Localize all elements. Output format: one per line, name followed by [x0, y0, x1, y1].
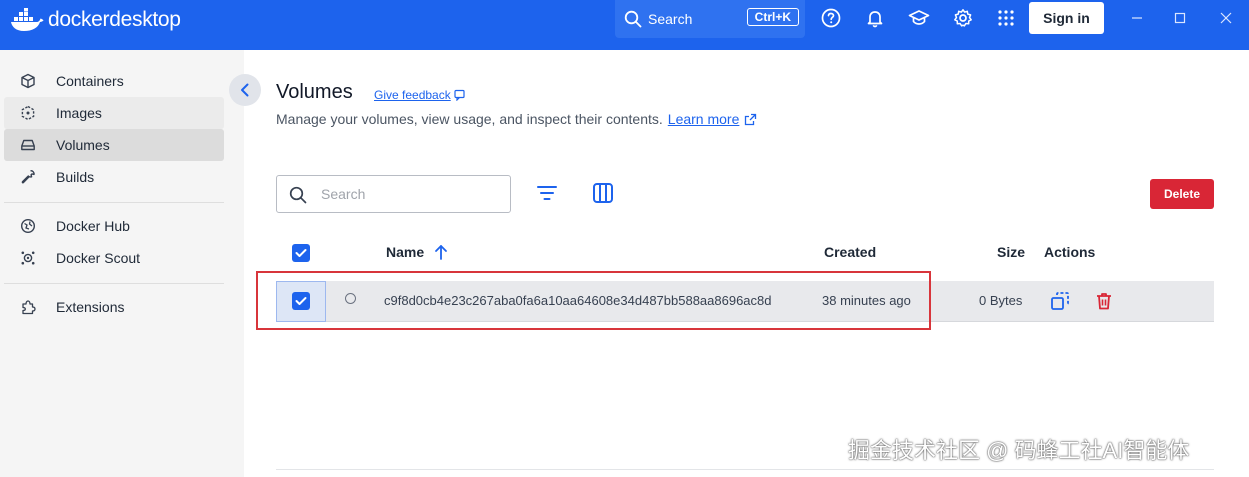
volume-icon	[20, 137, 36, 153]
volume-created: 38 minutes ago	[822, 293, 911, 308]
volume-search-input[interactable]	[321, 184, 501, 204]
volume-status-icon	[345, 293, 356, 304]
delete-button[interactable]: Delete	[1150, 179, 1214, 209]
column-header-size[interactable]: Size	[997, 244, 1025, 260]
close-window-icon[interactable]	[1217, 9, 1235, 27]
docker-desktop-logo: docker desktop	[10, 8, 181, 32]
volume-name-link[interactable]: c9f8d0cb4e23c267aba0fa6a10aa64608e34d487…	[384, 293, 772, 308]
sidebar-item-images[interactable]: Images	[4, 97, 224, 129]
sidebar-item-label: Docker Hub	[56, 218, 130, 234]
sidebar-item-docker-hub[interactable]: Docker Hub	[4, 210, 224, 242]
watermark: 掘金技术社区 @ 码蜂工社AI智能体	[848, 438, 1190, 463]
search-icon	[289, 186, 307, 204]
filter-icon	[536, 184, 558, 202]
wrench-icon	[20, 169, 36, 185]
chevron-left-icon	[239, 83, 251, 97]
global-search-label: Search	[648, 11, 693, 27]
filter-button[interactable]	[535, 181, 559, 205]
maximize-window-icon[interactable]	[1171, 9, 1189, 27]
sidebar-item-label: Docker Scout	[56, 250, 141, 266]
volume-search-field[interactable]	[276, 175, 511, 213]
feedback-icon	[454, 89, 465, 101]
sidebar-divider	[4, 283, 224, 284]
check-icon	[295, 249, 307, 257]
row-select-checkbox[interactable]	[292, 292, 310, 310]
learning-center-icon[interactable]	[908, 7, 930, 29]
image-icon	[20, 105, 36, 121]
container-icon	[20, 73, 36, 89]
sidebar: Containers Images Volumes Builds Docker …	[0, 50, 244, 477]
sidebar-item-label: Extensions	[56, 299, 125, 315]
check-icon	[295, 297, 307, 305]
external-link-icon	[745, 113, 757, 125]
global-search-button[interactable]: Search Ctrl+K	[615, 0, 805, 38]
clone-volume-icon[interactable]	[1049, 290, 1071, 312]
search-icon	[624, 10, 642, 28]
sidebar-item-label: Builds	[56, 169, 95, 185]
sidebar-item-label: Images	[56, 105, 102, 121]
collapse-sidebar-button[interactable]	[229, 74, 261, 106]
hub-icon	[20, 218, 36, 234]
sidebar-item-volumes[interactable]: Volumes	[4, 129, 224, 161]
sign-in-button[interactable]: Sign in	[1029, 2, 1104, 34]
sidebar-item-builds[interactable]: Builds	[4, 161, 224, 193]
puzzle-icon	[20, 299, 36, 315]
notifications-bell-icon[interactable]	[864, 7, 886, 29]
search-shortcut-badge: Ctrl+K	[746, 8, 799, 26]
give-feedback-label: Give feedback	[374, 88, 451, 102]
sort-ascending-icon[interactable]	[434, 244, 448, 260]
scout-icon	[20, 250, 36, 266]
page-description: Manage your volumes, view usage, and ins…	[276, 111, 663, 127]
apps-grid-icon[interactable]	[995, 7, 1017, 29]
brand-docker-text: docker	[48, 8, 110, 31]
sidebar-item-label: Volumes	[56, 137, 110, 153]
sidebar-item-extensions[interactable]: Extensions	[4, 291, 224, 323]
sidebar-item-docker-scout[interactable]: Docker Scout	[4, 242, 224, 274]
column-header-actions: Actions	[1044, 244, 1096, 260]
select-all-checkbox[interactable]	[292, 244, 310, 262]
docker-whale-icon	[11, 8, 44, 31]
page-subtitle: Manage your volumes, view usage, and ins…	[276, 111, 757, 127]
page-title: Volumes	[276, 81, 353, 103]
column-header-name[interactable]: Name	[386, 244, 424, 260]
column-settings-button[interactable]	[591, 181, 615, 205]
table-bottom-divider	[276, 469, 1214, 470]
volume-size: 0 Bytes	[979, 293, 1023, 308]
columns-icon	[592, 182, 614, 204]
brand-desktop-text: desktop	[109, 8, 181, 31]
learn-more-link[interactable]: Learn more	[668, 111, 740, 127]
column-header-created[interactable]: Created	[824, 244, 876, 260]
minimize-window-icon[interactable]	[1128, 9, 1146, 27]
sidebar-item-label: Containers	[56, 73, 124, 89]
help-icon[interactable]	[820, 7, 842, 29]
top-bar: docker desktop Search Ctrl+K Sign in	[0, 0, 1249, 50]
sidebar-item-containers[interactable]: Containers	[4, 65, 224, 97]
give-feedback-link[interactable]: Give feedback	[374, 88, 466, 102]
sidebar-divider	[4, 202, 224, 203]
settings-gear-icon[interactable]	[952, 7, 974, 29]
trash-icon[interactable]	[1093, 290, 1115, 312]
